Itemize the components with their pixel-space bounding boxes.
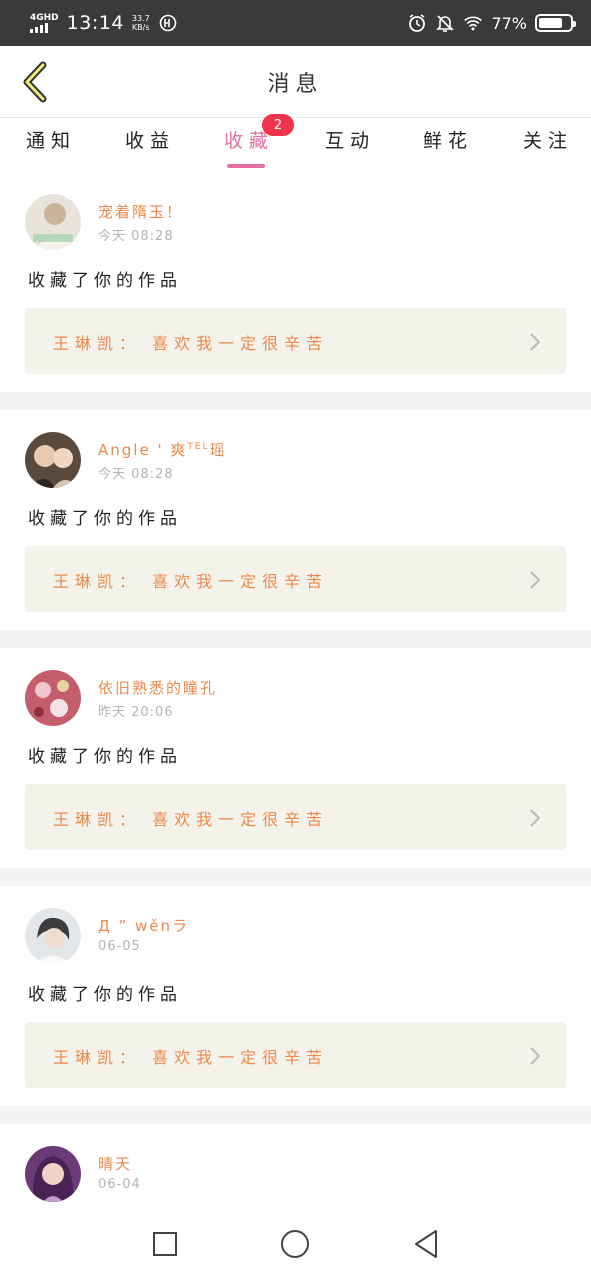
action-text: 收藏了你的作品 (28, 985, 182, 1005)
avatar[interactable] (25, 908, 81, 964)
message-card: Д ” wěnラ 06-05 收藏了你的作品 王琳凯： 喜欢我一定很辛苦 (0, 886, 591, 1106)
work-link[interactable]: 王琳凯： 喜欢我一定很辛苦 (25, 784, 566, 850)
status-bar: 4GHD 13:14 33.7 KB/s 77% (0, 0, 591, 46)
user-name-sup: TEL (187, 442, 210, 452)
avatar[interactable] (25, 194, 81, 250)
user-name[interactable]: Angle ' 爽TEL瑶 (98, 439, 227, 460)
signal-icon (30, 22, 48, 33)
tab-interactions[interactable]: 互动 (325, 126, 375, 166)
work-title: 王琳凯： 喜欢我一定很辛苦 (53, 572, 329, 591)
chevron-right-icon (530, 1047, 541, 1065)
mute-icon (435, 13, 455, 33)
status-time: 13:14 (66, 12, 124, 34)
hd-voice-icon (158, 13, 178, 33)
back-nav-button[interactable] (406, 1224, 446, 1264)
message-card: 晴天 06-04 (0, 1124, 591, 1208)
user-name[interactable]: 宠着隋玉！ (98, 201, 183, 222)
action-text: 收藏了你的作品 (28, 271, 182, 291)
action-text: 收藏了你的作品 (28, 747, 182, 767)
tab-following[interactable]: 关注 (523, 126, 573, 166)
page-title: 消息 (267, 72, 324, 97)
active-tab-indicator (227, 164, 266, 168)
recent-apps-button[interactable] (145, 1224, 185, 1264)
tab-label: 互动 (325, 130, 376, 152)
avatar[interactable] (25, 670, 81, 726)
speed-unit: KB/s (131, 23, 150, 32)
user-name[interactable]: Д ” wěnラ (98, 915, 189, 936)
work-title: 王琳凯： 喜欢我一定很辛苦 (53, 334, 329, 353)
message-time: 昨天 20:06 (98, 705, 174, 720)
work-link[interactable]: 王琳凯： 喜欢我一定很辛苦 (25, 308, 566, 374)
battery-percent: 77% (491, 13, 527, 33)
message-card: 依旧熟悉的瞳孔 昨天 20:06 收藏了你的作品 王琳凯： 喜欢我一定很辛苦 (0, 648, 591, 868)
network-indicator: 4GHD (30, 12, 59, 33)
tab-label: 鲜花 (423, 130, 474, 152)
battery-icon (535, 14, 576, 32)
message-card: Angle ' 爽TEL瑶 今天 08:28 收藏了你的作品 王琳凯： 喜欢我一… (0, 410, 591, 630)
home-icon (281, 1230, 310, 1258)
system-nav-bar (0, 1208, 591, 1280)
status-left: 4GHD 13:14 33.7 KB/s (30, 12, 178, 34)
tab-flowers[interactable]: 鲜花 (423, 126, 473, 166)
message-time: 今天 08:28 (98, 467, 174, 482)
message-time: 06-04 (98, 1177, 141, 1192)
tab-label: 通知 (26, 130, 77, 152)
tab-notifications[interactable]: 通知 (26, 126, 76, 166)
network-speed: 33.7 KB/s (132, 14, 150, 32)
network-label: 4GHD (30, 12, 59, 23)
avatar[interactable] (25, 1146, 81, 1202)
work-title: 王琳凯： 喜欢我一定很辛苦 (53, 810, 329, 829)
work-title: 王琳凯： 喜欢我一定很辛苦 (53, 1048, 329, 1067)
user-name[interactable]: 晴天 (98, 1153, 132, 1174)
alarm-icon (407, 13, 427, 33)
recent-apps-icon (153, 1232, 178, 1256)
home-button[interactable] (275, 1224, 315, 1264)
message-list: 宠着隋玉！ 今天 08:28 收藏了你的作品 王琳凯： 喜欢我一定很辛苦 Ang… (0, 172, 591, 1208)
tab-bar: 通知 收益 收藏 2 互动 鲜花 关注 (0, 114, 591, 172)
user-name[interactable]: 依旧熟悉的瞳孔 (98, 677, 217, 698)
tab-label: 关注 (523, 130, 574, 152)
chevron-right-icon (530, 333, 541, 351)
unread-badge: 2 (262, 114, 294, 136)
status-right: 77% (407, 13, 576, 33)
work-link[interactable]: 王琳凯： 喜欢我一定很辛苦 (25, 1022, 566, 1088)
message-card: 宠着隋玉！ 今天 08:28 收藏了你的作品 王琳凯： 喜欢我一定很辛苦 (0, 172, 591, 392)
tab-favorites[interactable]: 收藏 2 (224, 114, 294, 168)
chevron-right-icon (530, 571, 541, 589)
work-link[interactable]: 王琳凯： 喜欢我一定很辛苦 (25, 546, 566, 612)
action-text: 收藏了你的作品 (28, 509, 182, 529)
battery-level (539, 18, 563, 28)
user-name-text: Angle ' 爽 (98, 441, 188, 459)
tab-earnings[interactable]: 收益 (125, 126, 175, 166)
message-time: 06-05 (98, 939, 141, 954)
wifi-icon (463, 13, 483, 33)
back-triangle-icon (414, 1230, 437, 1258)
speed-value: 33.7 (131, 14, 150, 23)
chevron-right-icon (530, 809, 541, 827)
tab-label: 收益 (125, 130, 176, 152)
avatar[interactable] (25, 432, 81, 488)
header: 消息 (0, 46, 591, 118)
message-time: 今天 08:28 (98, 229, 174, 244)
user-name-tail: 瑶 (209, 441, 227, 459)
